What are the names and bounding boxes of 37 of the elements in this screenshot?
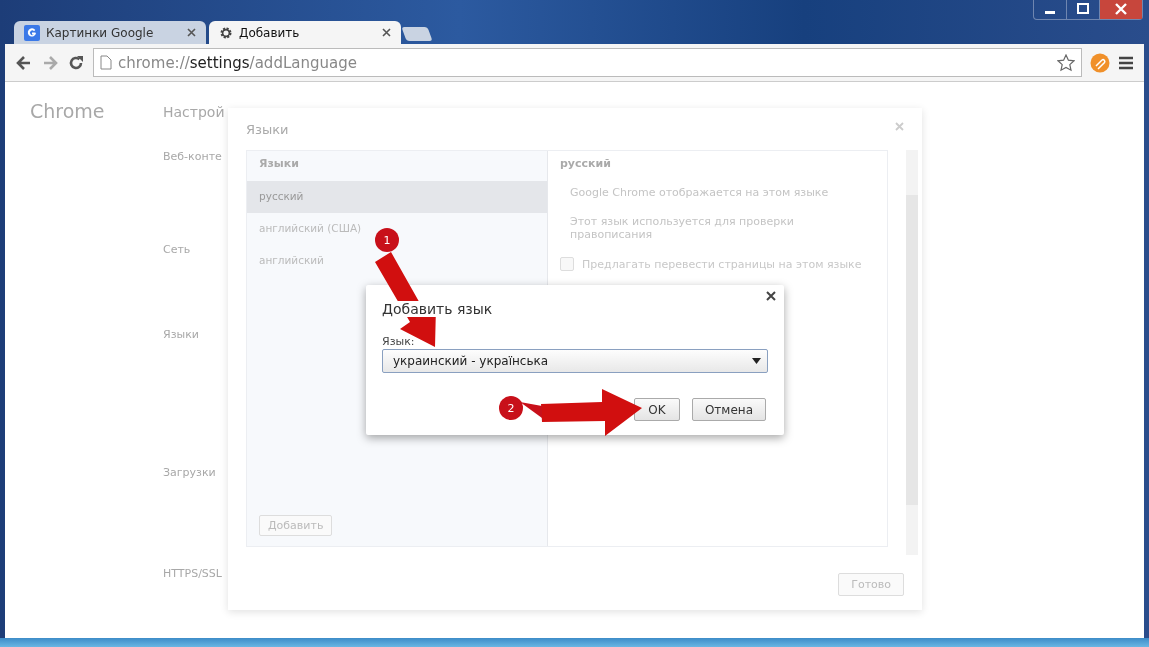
- dialog-title: Языки: [246, 122, 289, 139]
- ok-button[interactable]: OK: [633, 398, 680, 421]
- g-logo-icon: [24, 24, 40, 41]
- section-heading: Веб-конте: [163, 150, 222, 163]
- star-icon[interactable]: [1057, 53, 1075, 72]
- field-label: Язык:: [382, 335, 416, 348]
- close-icon[interactable]: [1099, 0, 1142, 19]
- language-title: русский: [560, 157, 612, 170]
- close-icon[interactable]: [766, 291, 776, 301]
- paperclip-icon[interactable]: [1090, 52, 1110, 73]
- section-heading: HTTPS/SSL: [163, 567, 222, 580]
- caret-icon: [752, 358, 761, 364]
- gear-icon: [219, 25, 233, 40]
- browser-tab[interactable]: Картинки Google: [14, 21, 206, 44]
- browser-tab[interactable]: Добавить: [209, 21, 401, 44]
- address-bar[interactable]: chrome://settings/addLanguage: [93, 48, 1082, 77]
- section-heading: Языки: [163, 328, 199, 341]
- dialog-title: Добавить язык: [382, 301, 493, 317]
- section-heading: Загрузки: [163, 466, 216, 479]
- language-dropdown[interactable]: украинский - українська: [382, 349, 768, 373]
- reload-icon[interactable]: [67, 53, 85, 72]
- section-heading: Сеть: [163, 243, 191, 256]
- step-badge: 1: [375, 228, 399, 252]
- scrollbar[interactable]: [906, 150, 918, 555]
- language-info: Этот язык используется для проверки правописания: [569, 215, 796, 241]
- new-tab-button[interactable]: [401, 27, 433, 41]
- page-title: Настрой: [163, 104, 225, 120]
- list-header: Языки: [258, 156, 300, 172]
- checkbox[interactable]: [560, 257, 574, 271]
- close-icon[interactable]: [382, 28, 391, 37]
- menu-icon[interactable]: [1118, 55, 1134, 70]
- sidebar-title: Chrome: [30, 100, 105, 122]
- close-icon[interactable]: [187, 28, 196, 37]
- page-icon: [100, 55, 112, 70]
- cancel-button[interactable]: Отмена: [691, 398, 766, 421]
- back-arrow-icon[interactable]: [15, 53, 33, 72]
- language-info: Google Chrome отображается на этом языке: [569, 186, 830, 199]
